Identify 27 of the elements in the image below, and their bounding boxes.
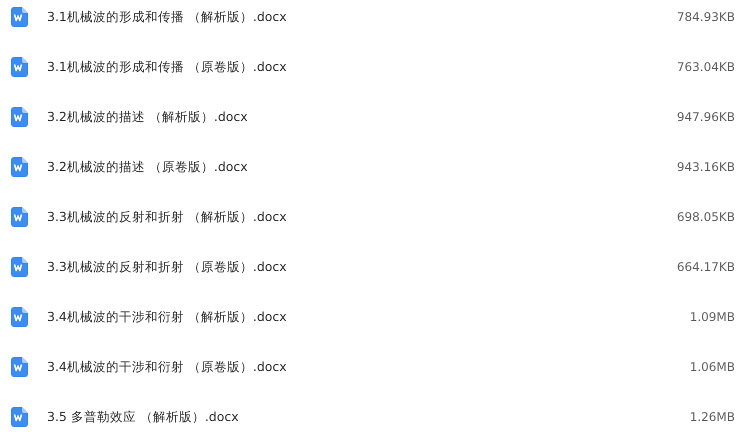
file-size: 784.93KB	[676, 10, 735, 24]
document-icon	[11, 207, 28, 227]
file-size: 698.05KB	[676, 210, 735, 224]
file-size: 1.06MB	[690, 360, 735, 374]
file-name[interactable]: 3.3机械波的反射和折射 （解析版）.docx	[47, 208, 677, 226]
file-name[interactable]: 3.2机械波的描述 （解析版）.docx	[47, 108, 677, 126]
file-name[interactable]: 3.4机械波的干涉和衍射 （解析版）.docx	[47, 308, 690, 326]
file-name[interactable]: 3.1机械波的形成和传播 （原卷版）.docx	[47, 58, 677, 76]
file-size: 943.16KB	[676, 160, 735, 174]
file-name[interactable]: 3.5 多普勒效应 （解析版）.docx	[47, 408, 690, 426]
document-icon	[11, 157, 28, 177]
file-name[interactable]: 3.1机械波的形成和传播 （解析版）.docx	[47, 8, 677, 26]
file-size: 1.26MB	[690, 410, 735, 424]
document-icon	[11, 107, 28, 127]
file-name[interactable]: 3.2机械波的描述 （原卷版）.docx	[47, 158, 677, 176]
file-size: 664.17KB	[676, 260, 735, 274]
document-icon	[11, 257, 28, 277]
file-size: 763.04KB	[676, 60, 735, 74]
document-icon	[11, 407, 28, 427]
file-size: 947.96KB	[676, 110, 735, 124]
document-icon	[11, 307, 28, 327]
document-icon	[11, 7, 28, 27]
file-size: 1.09MB	[690, 310, 735, 324]
file-name[interactable]: 3.3机械波的反射和折射 （原卷版）.docx	[47, 258, 677, 276]
document-icon	[11, 357, 28, 377]
document-icon	[11, 57, 28, 77]
file-name[interactable]: 3.4机械波的干涉和衍射 （原卷版）.docx	[47, 358, 690, 376]
